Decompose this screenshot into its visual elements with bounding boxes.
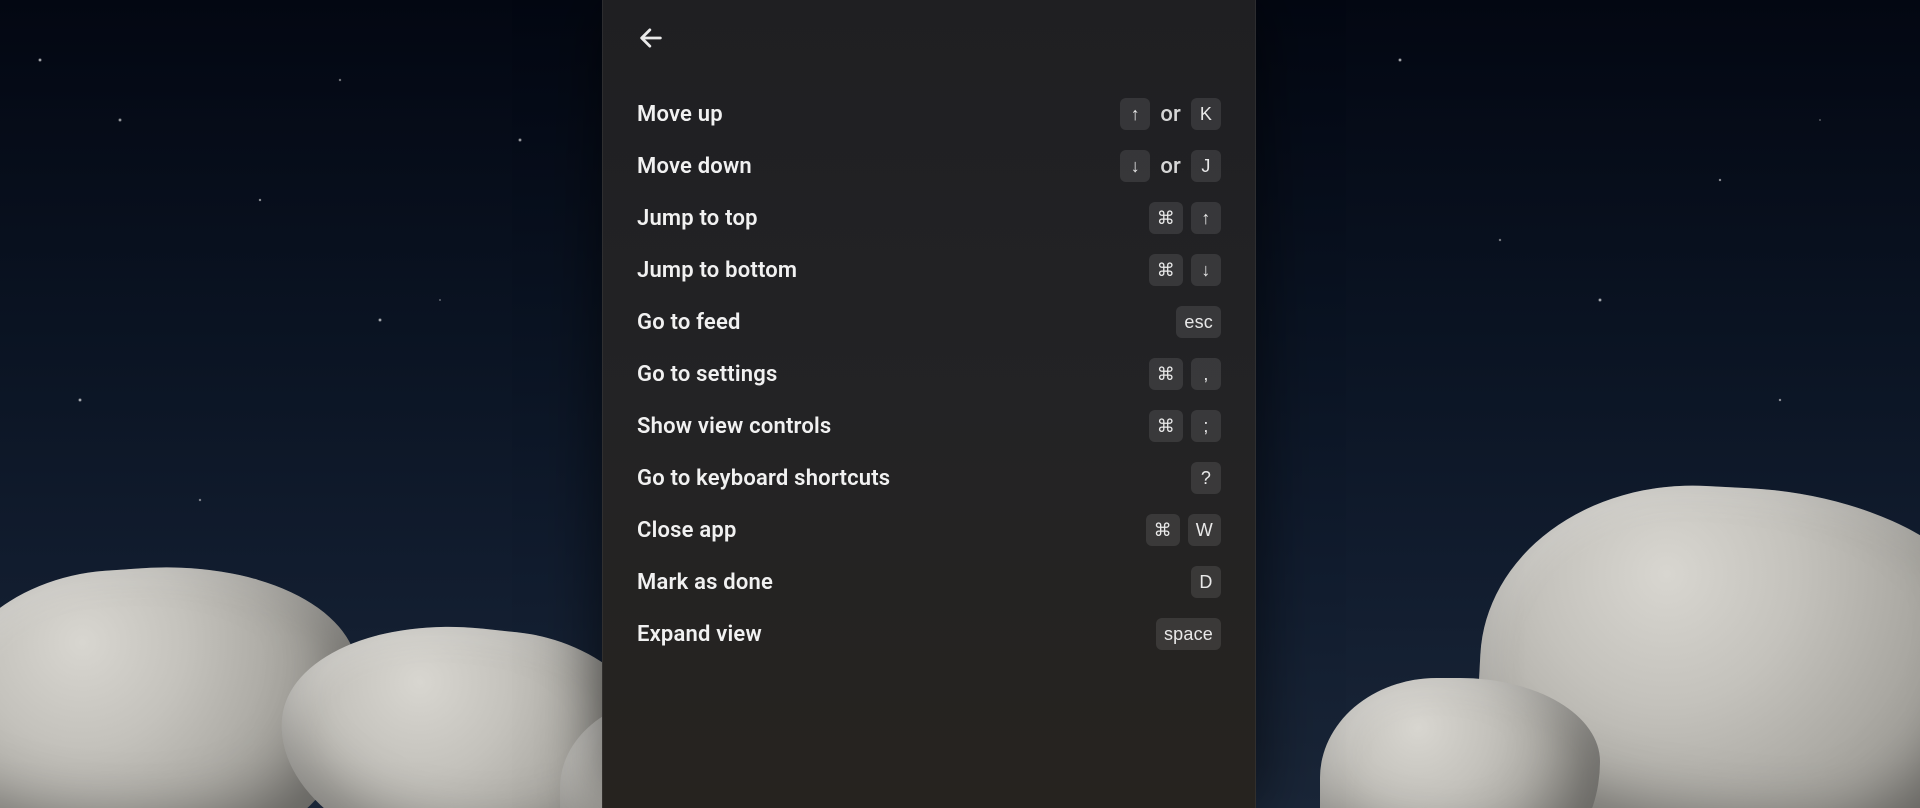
shortcut-keys: space <box>1156 618 1221 650</box>
shortcut-row-move-up: Move up ↑ or K <box>637 88 1221 140</box>
shortcut-keys: ↓ or J <box>1120 150 1221 182</box>
key-down: ↓ <box>1120 150 1150 182</box>
shortcut-keys: ⌘ W <box>1146 514 1221 546</box>
shortcut-row-close-app: Close app ⌘ W <box>637 504 1221 556</box>
key-w: W <box>1188 514 1221 546</box>
back-button[interactable] <box>631 18 671 58</box>
or-text: or <box>1160 102 1181 127</box>
key-cmd: ⌘ <box>1149 410 1183 442</box>
arrow-left-icon <box>637 24 665 52</box>
key-d: D <box>1191 566 1221 598</box>
shortcut-label: Jump to bottom <box>637 258 797 283</box>
shortcut-row-mark-done: Mark as done D <box>637 556 1221 608</box>
shortcut-label: Jump to top <box>637 206 758 231</box>
shortcut-keys: ↑ or K <box>1120 98 1221 130</box>
shortcut-label: Go to keyboard shortcuts <box>637 466 890 491</box>
shortcut-label: Go to settings <box>637 362 778 387</box>
shortcut-label: Show view controls <box>637 414 831 439</box>
shortcut-row-move-down: Move down ↓ or J <box>637 140 1221 192</box>
shortcut-row-view-controls: Show view controls ⌘ ; <box>637 400 1221 452</box>
shortcut-keys: D <box>1191 566 1221 598</box>
shortcut-label: Mark as done <box>637 570 773 595</box>
key-down: ↓ <box>1191 254 1221 286</box>
keyboard-shortcuts-panel: Move up ↑ or K Move down ↓ or J Jump to … <box>602 0 1256 808</box>
key-space: space <box>1156 618 1221 650</box>
key-j: J <box>1191 150 1221 182</box>
shortcut-row-go-shortcuts: Go to keyboard shortcuts ? <box>637 452 1221 504</box>
key-up: ↑ <box>1191 202 1221 234</box>
shortcut-row-go-feed: Go to feed esc <box>637 296 1221 348</box>
shortcut-keys: ⌘ ↓ <box>1149 254 1221 286</box>
shortcut-keys: ⌘ ↑ <box>1149 202 1221 234</box>
shortcut-label: Expand view <box>637 622 762 647</box>
shortcut-keys: ⌘ ; <box>1149 410 1221 442</box>
shortcut-keys: ⌘ , <box>1149 358 1221 390</box>
shortcut-label: Go to feed <box>637 310 741 335</box>
shortcut-label: Close app <box>637 518 737 543</box>
shortcut-label: Move down <box>637 154 752 179</box>
key-k: K <box>1191 98 1221 130</box>
key-up: ↑ <box>1120 98 1150 130</box>
shortcut-row-expand-view: Expand view space <box>637 608 1221 660</box>
shortcut-row-jump-top: Jump to top ⌘ ↑ <box>637 192 1221 244</box>
shortcut-keys: ? <box>1191 462 1221 494</box>
key-comma: , <box>1191 358 1221 390</box>
key-semicolon: ; <box>1191 410 1221 442</box>
key-cmd: ⌘ <box>1149 358 1183 390</box>
key-cmd: ⌘ <box>1149 254 1183 286</box>
shortcut-row-jump-bottom: Jump to bottom ⌘ ↓ <box>637 244 1221 296</box>
or-text: or <box>1160 154 1181 179</box>
key-cmd: ⌘ <box>1146 514 1180 546</box>
shortcut-keys: esc <box>1176 306 1221 338</box>
key-question: ? <box>1191 462 1221 494</box>
key-cmd: ⌘ <box>1149 202 1183 234</box>
shortcut-row-go-settings: Go to settings ⌘ , <box>637 348 1221 400</box>
key-esc: esc <box>1176 306 1221 338</box>
shortcut-label: Move up <box>637 102 723 127</box>
